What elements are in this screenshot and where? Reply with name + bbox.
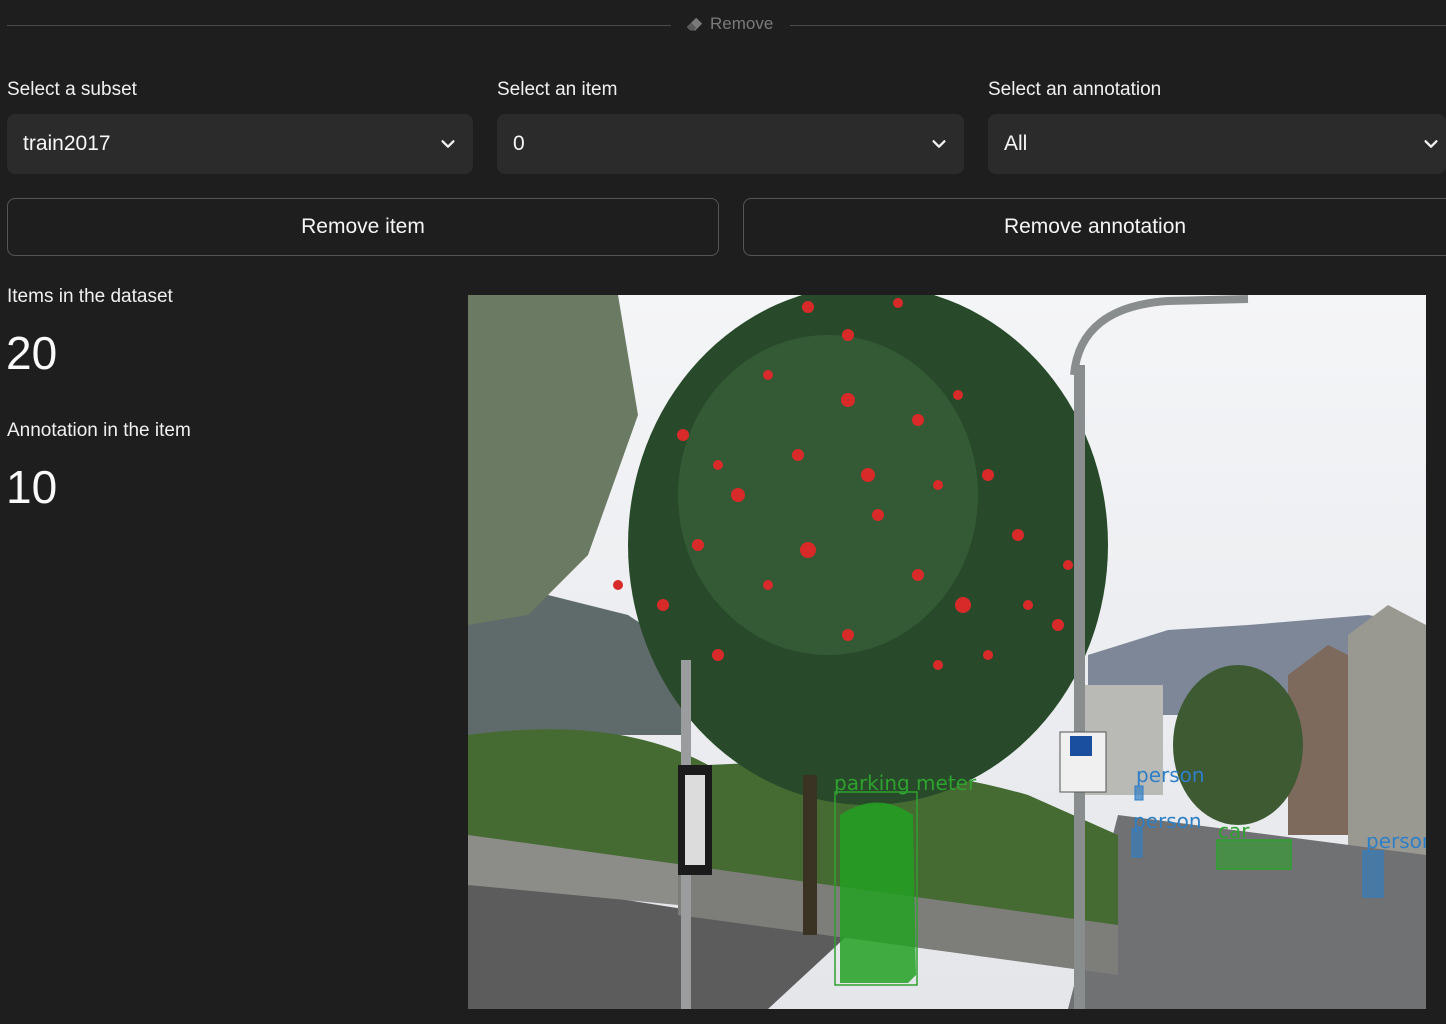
subset-select-value: train2017 bbox=[23, 132, 111, 155]
lamp-post bbox=[1074, 365, 1085, 1009]
person-box-1 bbox=[1134, 785, 1144, 801]
person-label-2: person bbox=[1133, 809, 1202, 833]
annotated-image: parking meter person person car person bbox=[468, 295, 1426, 1009]
subset-select[interactable]: train2017 bbox=[7, 114, 473, 174]
chevron-down-icon bbox=[932, 140, 946, 148]
person-label-3: person bbox=[1366, 829, 1426, 853]
eraser-icon bbox=[686, 17, 703, 30]
divider-left bbox=[7, 25, 671, 26]
section-title: Remove bbox=[710, 14, 774, 33]
person-box-2 bbox=[1131, 828, 1143, 858]
section-header: Remove bbox=[686, 14, 773, 34]
parking-meter-label: parking meter bbox=[834, 771, 977, 795]
person-label-1: person bbox=[1136, 763, 1205, 787]
parking-sign-p bbox=[1070, 736, 1092, 756]
person-box-3 bbox=[1362, 850, 1384, 898]
annotation-select[interactable]: All bbox=[988, 114, 1446, 174]
annotations-count-value: 10 bbox=[6, 461, 58, 513]
item-label: Select an item bbox=[497, 79, 618, 100]
subset-label: Select a subset bbox=[7, 79, 137, 100]
house bbox=[1348, 605, 1426, 855]
parking-meter-mask bbox=[840, 802, 916, 983]
bus-stop-panel bbox=[685, 775, 705, 865]
rowan-tree-highlight bbox=[678, 335, 978, 655]
item-select[interactable]: 0 bbox=[497, 114, 964, 174]
divider-right bbox=[790, 25, 1446, 26]
annotation-label: Select an annotation bbox=[988, 79, 1162, 100]
item-select-value: 0 bbox=[513, 132, 525, 155]
car-label: car bbox=[1218, 819, 1250, 843]
chevron-down-icon bbox=[441, 140, 455, 148]
items-count-value: 20 bbox=[6, 327, 58, 379]
chevron-down-icon bbox=[1424, 140, 1438, 148]
remove-item-button[interactable]: Remove item bbox=[7, 198, 719, 256]
tree-right bbox=[1173, 665, 1303, 825]
car-box bbox=[1216, 839, 1292, 870]
tree-trunk bbox=[803, 775, 817, 935]
items-count-label: Items in the dataset bbox=[7, 286, 173, 307]
annotations-count-label: Annotation in the item bbox=[7, 420, 191, 441]
annotation-select-value: All bbox=[1004, 132, 1028, 155]
remove-annotation-button[interactable]: Remove annotation bbox=[743, 198, 1446, 256]
